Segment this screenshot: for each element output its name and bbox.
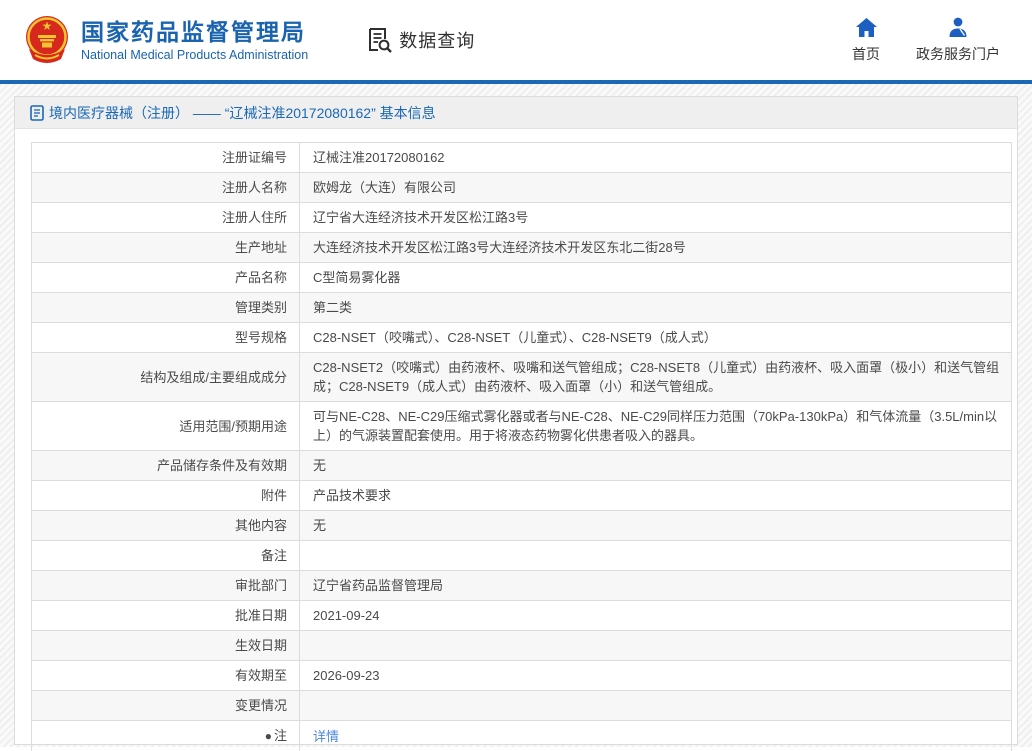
row-value — [300, 631, 1012, 661]
row-label: ●注 — [32, 721, 300, 751]
row-label: 其他内容 — [32, 511, 300, 541]
row-value: 大连经济技术开发区松江路3号大连经济技术开发区东北二街28号 — [300, 233, 1012, 263]
table-row: 有效期至2026-09-23 — [32, 661, 1012, 691]
table-row: 结构及组成/主要组成成分C28-NSET2（咬嘴式）由药液杯、吸嘴和送气管组成；… — [32, 353, 1012, 402]
row-label: 审批部门 — [32, 571, 300, 601]
table-row: 产品储存条件及有效期无 — [32, 451, 1012, 481]
row-value: 辽械注准20172080162 — [300, 143, 1012, 173]
table-row: 注册证编号辽械注准20172080162 — [32, 143, 1012, 173]
site-subtitle: National Medical Products Administration — [81, 48, 308, 62]
row-label: 产品名称 — [32, 263, 300, 293]
data-query-label: 数据查询 — [399, 27, 475, 53]
row-value: 欧姆龙（大连）有限公司 — [300, 173, 1012, 203]
row-label: 批准日期 — [32, 601, 300, 631]
note-icon: ● — [265, 729, 272, 743]
row-value: 产品技术要求 — [300, 481, 1012, 511]
row-value: 2026-09-23 — [300, 661, 1012, 691]
nav-portal-label: 政务服务门户 — [916, 44, 1000, 64]
top-nav: 首页 政务服务门户 — [852, 17, 1000, 64]
table-row: 注册人住所辽宁省大连经济技术开发区松江路3号 — [32, 203, 1012, 233]
row-value: 辽宁省药品监督管理局 — [300, 571, 1012, 601]
header: ★ 国家药品监督管理局 National Medical Products Ad… — [0, 0, 1032, 80]
row-value: 无 — [300, 451, 1012, 481]
row-value: 第二类 — [300, 293, 1012, 323]
national-emblem-icon: ★ — [25, 15, 69, 65]
brand-logo[interactable]: ★ 国家药品监督管理局 National Medical Products Ad… — [25, 15, 308, 65]
brand-text: 国家药品监督管理局 National Medical Products Admi… — [81, 19, 308, 62]
row-label: 变更情况 — [32, 691, 300, 721]
table-row: 其他内容无 — [32, 511, 1012, 541]
table-row: 附件产品技术要求 — [32, 481, 1012, 511]
row-label: 适用范围/预期用途 — [32, 402, 300, 451]
table-row: 生产地址大连经济技术开发区松江路3号大连经济技术开发区东北二街28号 — [32, 233, 1012, 263]
row-label: 管理类别 — [32, 293, 300, 323]
row-value — [300, 691, 1012, 721]
breadcrumb: 境内医疗器械（注册） —— “辽械注准20172080162” 基本信息 — [15, 97, 1017, 129]
row-value: 辽宁省大连经济技术开发区松江路3号 — [300, 203, 1012, 233]
row-label: 有效期至 — [32, 661, 300, 691]
table-row: ●注详情 — [32, 721, 1012, 751]
row-label: 备注 — [32, 541, 300, 571]
row-value: C型简易雾化器 — [300, 263, 1012, 293]
table-row: 适用范围/预期用途可与NE-C28、NE-C29压缩式雾化器或者与NE-C28、… — [32, 402, 1012, 451]
row-label: 注册人住所 — [32, 203, 300, 233]
main-content: 境内医疗器械（注册） —— “辽械注准20172080162” 基本信息 注册证… — [0, 84, 1032, 747]
svg-text:★: ★ — [42, 19, 53, 33]
content-panel: 境内医疗器械（注册） —— “辽械注准20172080162” 基本信息 注册证… — [14, 96, 1018, 745]
row-value: 详情 — [300, 721, 1012, 751]
row-label: 附件 — [32, 481, 300, 511]
table-row: 注册人名称欧姆龙（大连）有限公司 — [32, 173, 1012, 203]
page-title: 境内医疗器械（注册） —— “辽械注准20172080162” 基本信息 — [49, 103, 436, 123]
info-table: 注册证编号辽械注准20172080162注册人名称欧姆龙（大连）有限公司注册人住… — [31, 142, 1012, 751]
table-wrap: 注册证编号辽械注准20172080162注册人名称欧姆龙（大连）有限公司注册人住… — [15, 129, 1017, 751]
doc-search-icon — [366, 27, 393, 54]
data-query-link[interactable]: 数据查询 — [366, 27, 475, 54]
nav-home[interactable]: 首页 — [852, 17, 880, 64]
table-row: 审批部门辽宁省药品监督管理局 — [32, 571, 1012, 601]
table-row: 生效日期 — [32, 631, 1012, 661]
row-label: 型号规格 — [32, 323, 300, 353]
nav-home-label: 首页 — [852, 44, 880, 64]
row-label: 产品储存条件及有效期 — [32, 451, 300, 481]
table-row: 批准日期2021-09-24 — [32, 601, 1012, 631]
table-row: 产品名称C型简易雾化器 — [32, 263, 1012, 293]
site-title: 国家药品监督管理局 — [81, 19, 308, 45]
row-value: 无 — [300, 511, 1012, 541]
row-value: C28-NSET（咬嘴式）、C28-NSET（儿童式）、C28-NSET9（成人… — [300, 323, 1012, 353]
row-value: 2021-09-24 — [300, 601, 1012, 631]
table-row: 变更情况 — [32, 691, 1012, 721]
row-label: 注册证编号 — [32, 143, 300, 173]
document-icon — [30, 105, 44, 121]
detail-link[interactable]: 详情 — [313, 729, 339, 744]
table-row: 型号规格C28-NSET（咬嘴式）、C28-NSET（儿童式）、C28-NSET… — [32, 323, 1012, 353]
row-label: 生效日期 — [32, 631, 300, 661]
home-icon — [856, 17, 877, 37]
table-row: 备注 — [32, 541, 1012, 571]
row-value: C28-NSET2（咬嘴式）由药液杯、吸嘴和送气管组成；C28-NSET8（儿童… — [300, 353, 1012, 402]
nav-portal[interactable]: 政务服务门户 — [916, 17, 1000, 64]
table-row: 管理类别第二类 — [32, 293, 1012, 323]
user-icon — [948, 17, 968, 37]
row-label: 结构及组成/主要组成成分 — [32, 353, 300, 402]
row-value — [300, 541, 1012, 571]
info-table-body: 注册证编号辽械注准20172080162注册人名称欧姆龙（大连）有限公司注册人住… — [32, 143, 1012, 751]
row-label: 注册人名称 — [32, 173, 300, 203]
row-value: 可与NE-C28、NE-C29压缩式雾化器或者与NE-C28、NE-C29同样压… — [300, 402, 1012, 451]
row-label: 生产地址 — [32, 233, 300, 263]
